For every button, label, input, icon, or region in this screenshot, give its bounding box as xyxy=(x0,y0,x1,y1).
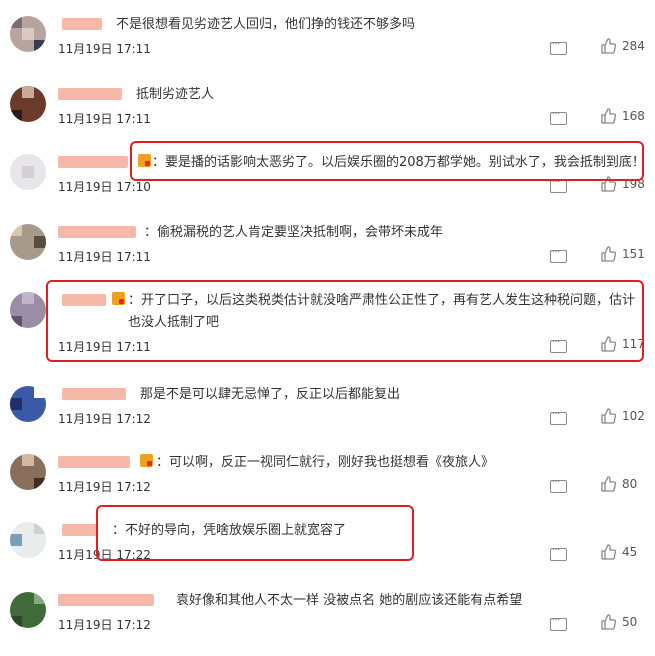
highlight-box xyxy=(130,141,644,181)
comment-bubble-icon[interactable] xyxy=(550,613,567,631)
thumbs-up-icon[interactable] xyxy=(600,246,616,262)
comment-item: 不是很想看见劣迹艺人回归，他们挣的钱还不够多吗 11月19日 17:11 284 xyxy=(0,12,655,80)
username-blurred[interactable] xyxy=(58,88,122,100)
thumbs-up-icon[interactable] xyxy=(600,38,616,54)
comment-bubble-icon[interactable] xyxy=(550,107,567,125)
username-blurred[interactable] xyxy=(62,524,98,536)
comment-text: 那是不是可以肆无忌惮了，反正以后都能复出 xyxy=(140,387,401,402)
like-count: 151 xyxy=(622,247,645,261)
comment-bubble-icon[interactable] xyxy=(550,543,567,561)
like-count: 102 xyxy=(622,409,645,423)
avatar[interactable] xyxy=(10,292,46,328)
avatar[interactable] xyxy=(10,154,46,190)
username-blurred[interactable] xyxy=(62,18,102,30)
avatar[interactable] xyxy=(10,386,46,422)
comment-text: 抵制劣迹艺人 xyxy=(136,87,215,102)
comment-item: ：偷税漏税的艺人肯定要坚决抵制啊，会带坏未成年 11月19日 17:11 151 xyxy=(0,220,655,288)
comment-time: 11月19日 17:11 xyxy=(58,250,151,264)
like-count: 168 xyxy=(622,109,645,123)
avatar[interactable] xyxy=(10,522,46,558)
comment-bubble-icon[interactable] xyxy=(550,245,567,263)
thumbs-up-icon[interactable] xyxy=(600,108,616,124)
comment-time: 11月19日 17:11 xyxy=(58,112,151,126)
username-blurred[interactable] xyxy=(58,226,136,238)
avatar[interactable] xyxy=(10,592,46,628)
comment-bubble-icon[interactable] xyxy=(550,407,567,425)
comment-time: 11月19日 17:12 xyxy=(58,618,151,632)
highlight-box xyxy=(46,280,644,362)
thumbs-up-icon[interactable] xyxy=(600,476,616,492)
username-blurred[interactable] xyxy=(58,456,130,468)
comment-bubble-icon[interactable] xyxy=(550,37,567,55)
comment-text: ：可以啊，反正一视同仁就行，刚好我也挺想看《夜旅人》 xyxy=(156,455,495,470)
comment-item: 袁好像和其他人不太一样 没被点名 她的剧应该还能有点希望 11月19日 17:1… xyxy=(0,588,655,656)
avatar[interactable] xyxy=(10,454,46,490)
avatar[interactable] xyxy=(10,16,46,52)
like-count: 80 xyxy=(622,477,638,491)
comment-time: 11月19日 17:12 xyxy=(58,480,151,494)
like-count: 50 xyxy=(622,615,638,629)
comment-bubble-icon[interactable] xyxy=(550,475,567,493)
username-blurred[interactable] xyxy=(58,594,154,606)
comment-time: 11月19日 17:12 xyxy=(58,412,151,426)
username-blurred[interactable] xyxy=(62,388,126,400)
username-blurred[interactable] xyxy=(58,156,128,168)
comment-time: 11月19日 17:11 xyxy=(58,42,151,56)
thumbs-up-icon[interactable] xyxy=(600,614,616,630)
thumbs-up-icon[interactable] xyxy=(600,408,616,424)
comment-bubble-icon[interactable] xyxy=(550,175,567,193)
thumbs-up-icon[interactable] xyxy=(600,544,616,560)
comment-text: ：偷税漏税的艺人肯定要坚决抵制啊，会带坏未成年 xyxy=(144,225,444,240)
highlight-box xyxy=(96,505,414,561)
comment-text: 袁好像和其他人不太一样 没被点名 她的剧应该还能有点希望 xyxy=(176,593,523,608)
avatar[interactable] xyxy=(10,224,46,260)
comment-item: 那是不是可以肆无忌惮了，反正以后都能复出 11月19日 17:12 102 xyxy=(0,382,655,450)
user-badge-icon xyxy=(140,454,153,467)
comment-text: 不是很想看见劣迹艺人回归，他们挣的钱还不够多吗 xyxy=(116,17,416,32)
like-count: 284 xyxy=(622,39,645,53)
like-count: 45 xyxy=(622,545,638,559)
comment-item: 抵制劣迹艺人 11月19日 17:11 168 xyxy=(0,82,655,150)
avatar[interactable] xyxy=(10,86,46,122)
